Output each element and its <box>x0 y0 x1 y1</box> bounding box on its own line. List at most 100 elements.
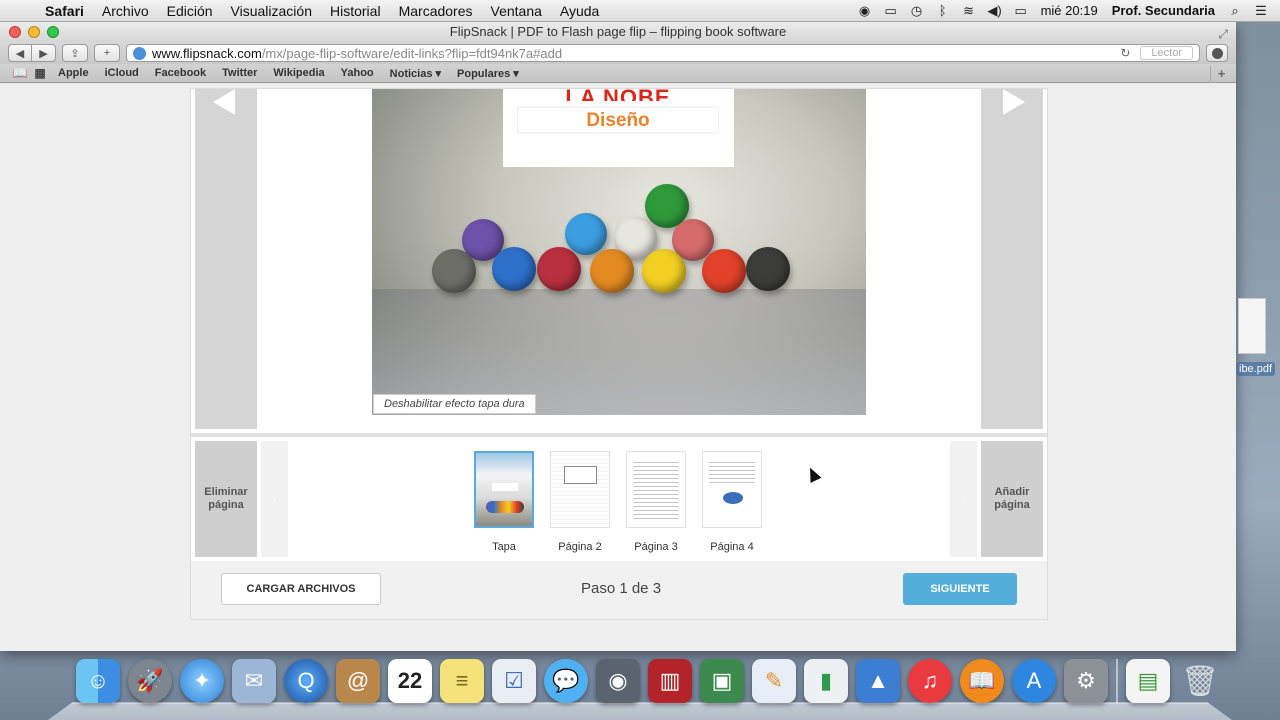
bookmark-facebook[interactable]: Facebook <box>147 67 214 79</box>
pages-icon[interactable]: ✎ <box>752 659 796 703</box>
ibooks-icon[interactable]: 📖 <box>960 659 1004 703</box>
messages-icon[interactable]: 💬 <box>544 659 588 703</box>
crayon-orange <box>590 249 634 293</box>
safari-icon[interactable]: ✦ <box>180 659 224 703</box>
thumb-tapa[interactable]: Tapa <box>474 451 534 553</box>
forward-button[interactable]: ▶ <box>32 44 56 62</box>
photo-booth-icon[interactable]: ▥ <box>648 659 692 703</box>
user-name[interactable]: Prof. Secundaria <box>1105 3 1222 18</box>
thumb-pagina-2-image <box>550 451 610 528</box>
dock-shelf <box>48 702 1232 720</box>
thumb-pagina-3[interactable]: Página 3 <box>626 451 686 553</box>
menu-ayuda[interactable]: Ayuda <box>551 3 608 19</box>
time-machine-icon[interactable]: ◷ <box>904 3 930 19</box>
arrow-left-icon <box>213 89 235 115</box>
document-stack-icon[interactable]: ▤ <box>1126 659 1170 703</box>
spotlight-icon[interactable]: ⌕ <box>1222 3 1248 19</box>
new-tab-button[interactable]: + <box>94 44 120 62</box>
contacts-icon[interactable]: @ <box>336 659 380 703</box>
reading-list-icon[interactable]: 📖 <box>10 66 30 80</box>
app-store-icon[interactable]: A <box>1012 659 1056 703</box>
bookmark-yahoo[interactable]: Yahoo <box>333 67 382 79</box>
thumb-crayons <box>486 501 524 513</box>
iphoto-icon[interactable]: ▣ <box>700 659 744 703</box>
next-step-button[interactable]: SIGUIENTE <box>903 573 1017 605</box>
thumb-tapa-image <box>474 451 534 528</box>
thumb-pagina-4[interactable]: Página 4 <box>702 451 762 553</box>
thumb-pagina-2[interactable]: Página 2 <box>550 451 610 553</box>
reload-icon[interactable]: ↻ <box>1120 46 1130 60</box>
reminders-icon[interactable]: ☑ <box>492 659 536 703</box>
window-title: FlipSnack | PDF to Flash page flip – fli… <box>449 24 787 39</box>
hardcover-toggle[interactable]: Deshabilitar efecto tapa dura <box>373 394 536 414</box>
facetime-icon[interactable]: ◉ <box>596 659 640 703</box>
back-button[interactable]: ◀ <box>8 44 32 62</box>
bookmark-noticias[interactable]: Noticias ▾ <box>382 67 449 80</box>
system-preferences-icon[interactable]: ⚙ <box>1064 659 1108 703</box>
mail-icon[interactable]: ✉ <box>232 659 276 703</box>
downloads-button[interactable] <box>1206 44 1228 62</box>
airplay-icon[interactable]: ▭ <box>878 3 904 19</box>
bookmark-apple[interactable]: Apple <box>50 67 97 79</box>
notification-center-icon[interactable]: ☰ <box>1248 3 1274 19</box>
itunes-icon[interactable]: ♫ <box>908 659 952 703</box>
numbers-icon[interactable]: ▮ <box>804 659 848 703</box>
menu-historial[interactable]: Historial <box>321 3 390 19</box>
arrow-right-icon <box>1003 89 1025 115</box>
thumb-pagina-4-image <box>702 451 762 528</box>
add-page-button[interactable]: Añadir página <box>981 441 1043 557</box>
bluetooth-icon[interactable]: ᛒ <box>930 3 956 18</box>
prev-page-button[interactable] <box>195 89 257 429</box>
crayon-red <box>702 249 746 293</box>
menu-archivo[interactable]: Archivo <box>93 3 158 19</box>
quicktime-icon[interactable]: Q <box>284 659 328 703</box>
minimize-window-button[interactable] <box>28 26 40 38</box>
download-icon <box>1211 47 1223 59</box>
record-icon[interactable]: ◉ <box>852 3 878 19</box>
wifi-icon[interactable]: ≋ <box>956 3 982 19</box>
crayon-yellow <box>642 249 686 293</box>
share-button[interactable]: ⇪ <box>62 44 88 62</box>
menu-marcadores[interactable]: Marcadores <box>390 3 482 19</box>
menu-app-name[interactable]: Safari <box>36 3 93 19</box>
zoom-window-button[interactable] <box>47 26 59 38</box>
trash-icon[interactable]: 🗑 <box>1178 659 1222 703</box>
thumbs-scroll-left[interactable]: ‹ <box>261 441 288 557</box>
reader-button[interactable]: Lector <box>1140 46 1193 60</box>
calendar-icon[interactable]: 22 <box>388 659 432 703</box>
bookmarks-bar: 📖 ▦ Apple iCloud Facebook Twitter Wikipe… <box>0 64 1236 83</box>
delete-page-button[interactable]: Eliminar página <box>195 441 257 557</box>
desktop-pdf-label[interactable]: ibe.pdf <box>1236 362 1276 376</box>
launchpad-icon[interactable]: 🚀 <box>128 659 172 703</box>
next-page-button[interactable] <box>981 89 1043 429</box>
bookmark-twitter[interactable]: Twitter <box>214 67 265 79</box>
add-tab-icon[interactable]: + <box>1210 65 1232 81</box>
window-controls <box>9 26 59 38</box>
battery-icon[interactable]: ▭ <box>1008 3 1034 19</box>
menu-ventana[interactable]: Ventana <box>482 3 551 19</box>
keynote-icon[interactable]: ▲ <box>856 659 900 703</box>
crayon-red-dark <box>537 247 581 291</box>
bookmark-icloud[interactable]: iCloud <box>97 67 147 79</box>
clock[interactable]: mié 20:19 <box>1034 3 1105 18</box>
bookmark-wikipedia[interactable]: Wikipedia <box>265 67 332 79</box>
upload-files-button[interactable]: CARGAR ARCHIVOS <box>221 573 381 605</box>
crayon-blue <box>492 247 536 291</box>
fullscreen-icon[interactable]: ⤢ <box>1218 24 1228 44</box>
dock-separator <box>1116 659 1118 703</box>
finder-icon[interactable]: ☺ <box>76 659 120 703</box>
dock-icons: ☺ 🚀 ✦ ✉ Q @ 22 ≡ ☑ 💬 ◉ ▥ ▣ ✎ ▮ ▲ ♫ 📖 A ⚙… <box>76 659 1222 703</box>
desktop-pdf-icon[interactable] <box>1238 298 1266 354</box>
notes-icon[interactable]: ≡ <box>440 659 484 703</box>
browser-toolbar: ◀ ▶ ⇪ + www.flipsnack.com /mx/page-flip-… <box>0 42 1236 64</box>
flipbook-editor: LA NOBE Diseño Deshabilitar efecto tapa … <box>190 88 1048 620</box>
volume-icon[interactable]: ◀) <box>982 3 1008 19</box>
menu-edicion[interactable]: Edición <box>158 3 222 19</box>
bookmark-populares[interactable]: Populares ▾ <box>449 67 527 80</box>
site-icon <box>133 46 146 60</box>
address-bar[interactable]: www.flipsnack.com /mx/page-flip-software… <box>126 44 1200 62</box>
close-window-button[interactable] <box>9 26 21 38</box>
menu-visualizacion[interactable]: Visualización <box>222 3 321 19</box>
top-sites-icon[interactable]: ▦ <box>30 66 50 80</box>
thumbs-scroll-right[interactable]: › <box>950 441 977 557</box>
